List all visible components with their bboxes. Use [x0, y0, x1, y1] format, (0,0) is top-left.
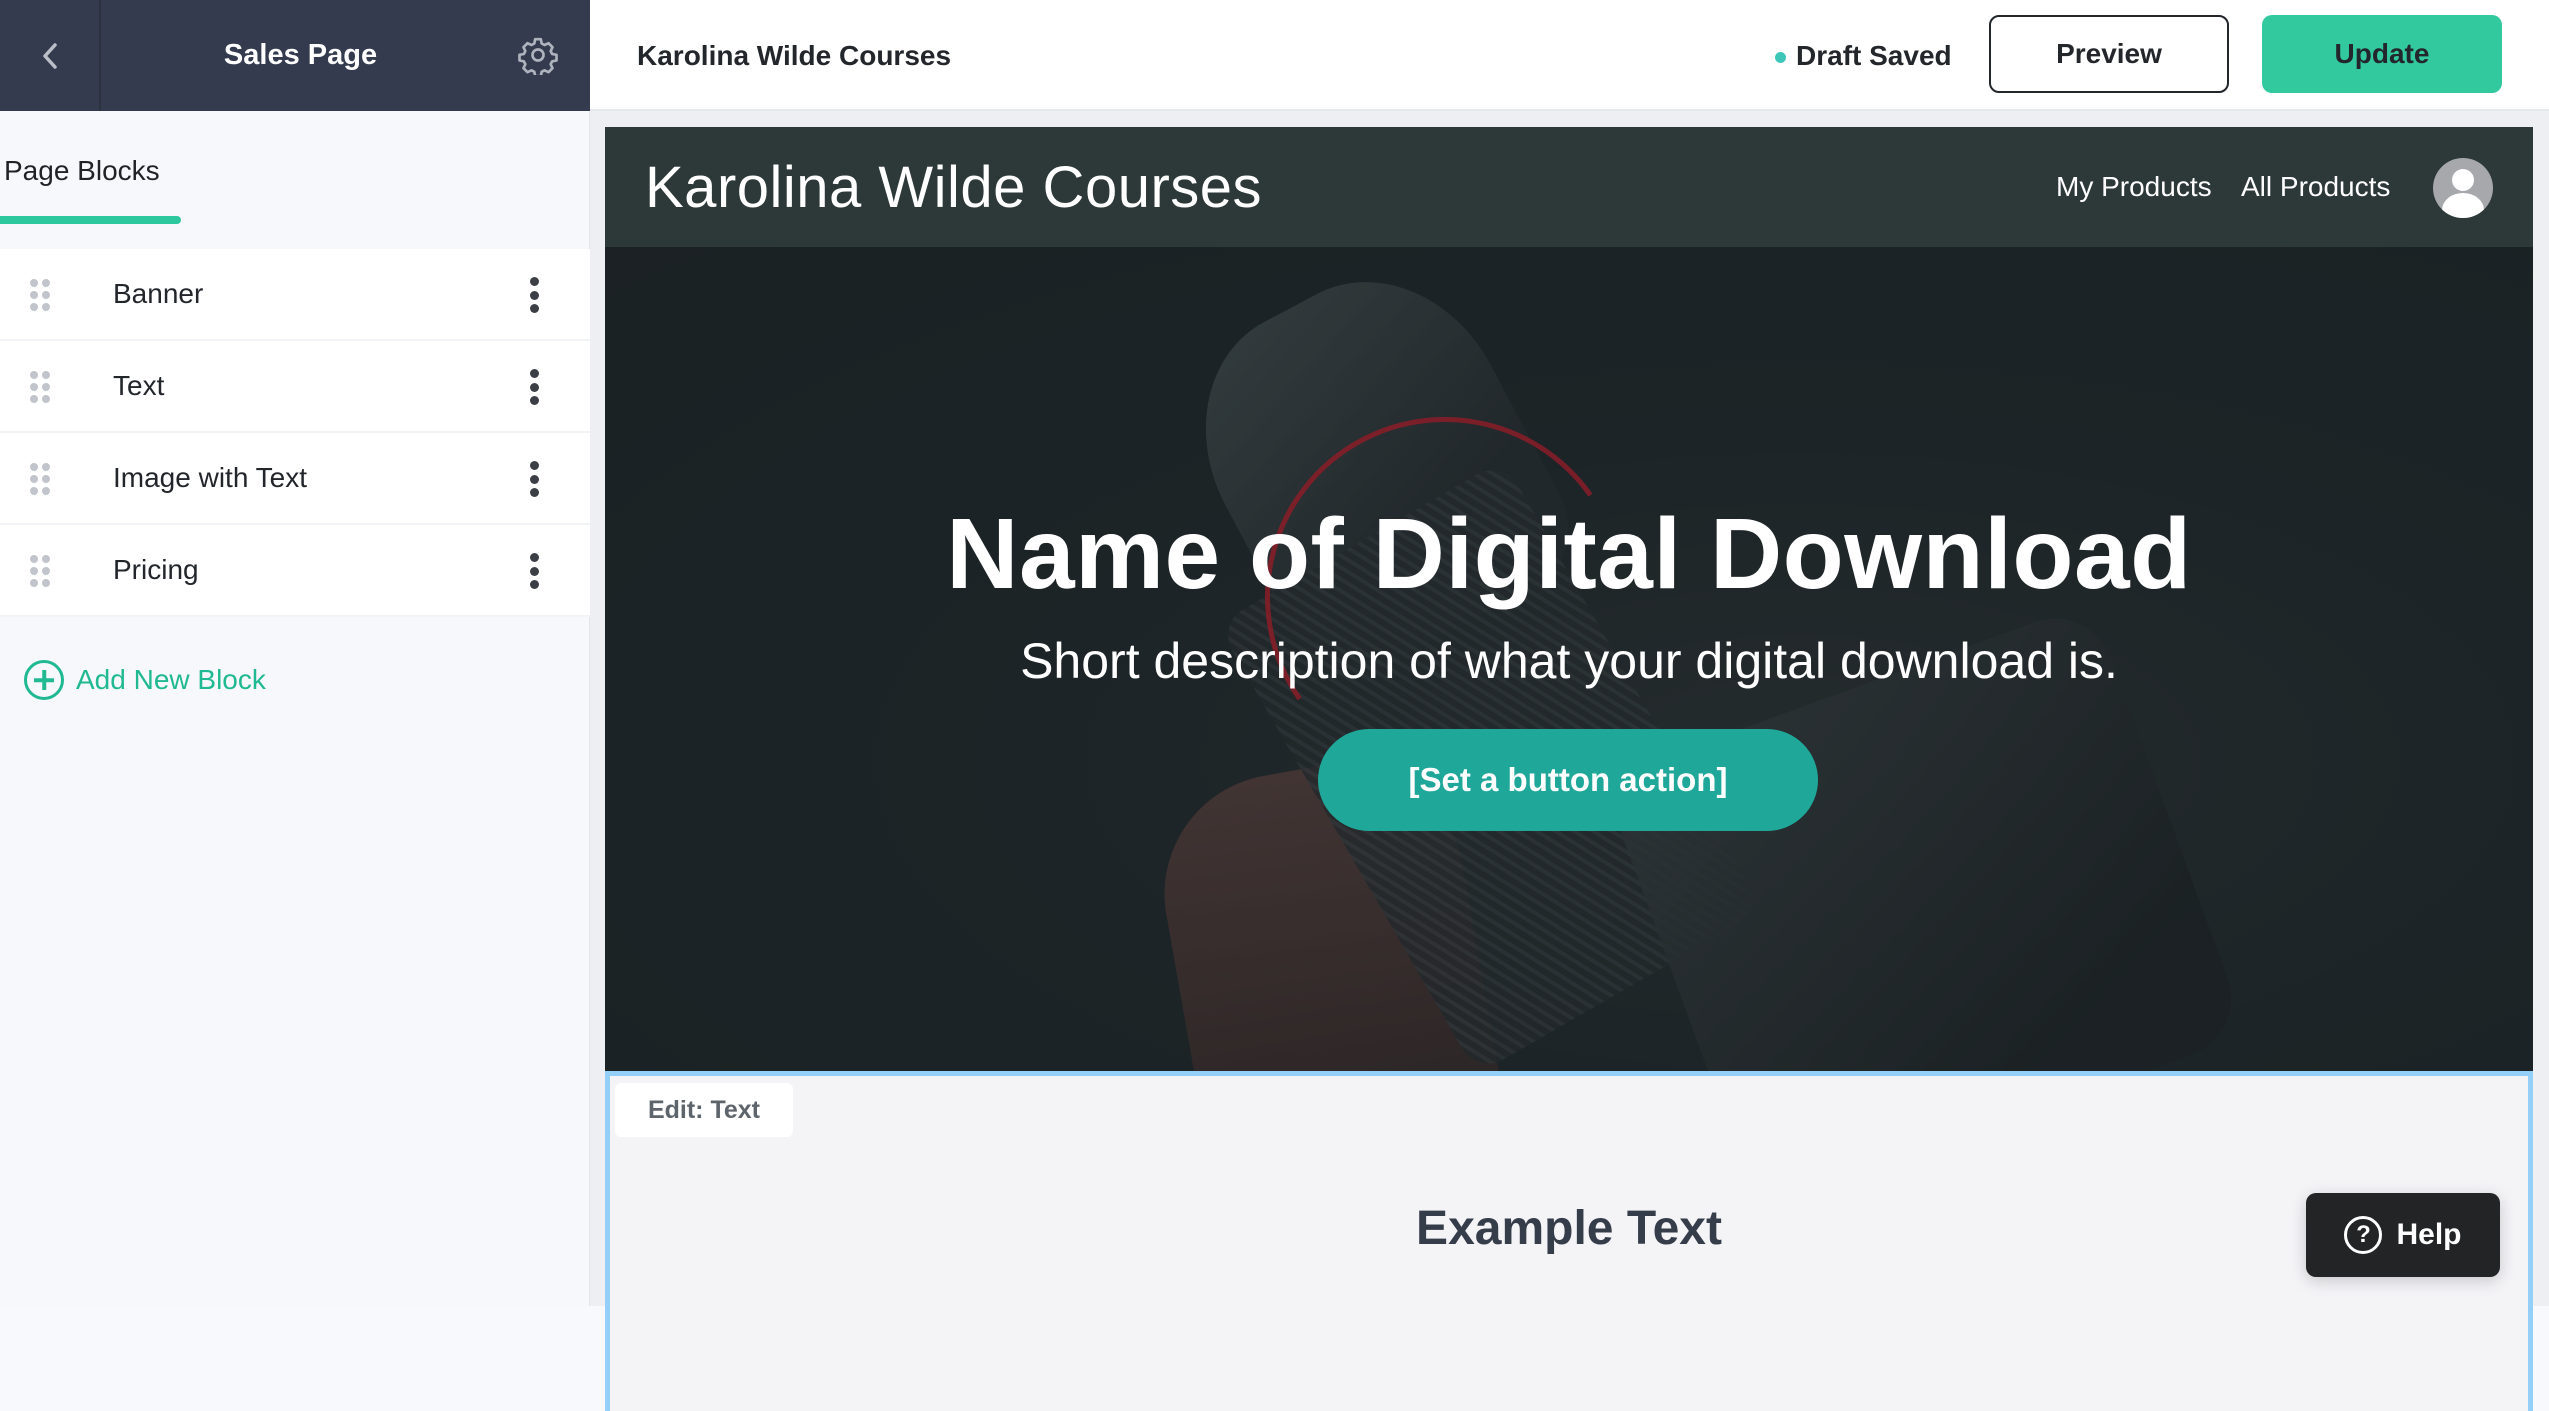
avatar-icon[interactable]: [2433, 158, 2493, 218]
drag-handle-icon[interactable]: [30, 279, 50, 311]
plus-circle-icon: [24, 660, 64, 700]
hero-overlay: [605, 247, 2533, 1182]
help-label: Help: [2396, 1218, 2461, 1252]
status-dot-icon: [1775, 52, 1786, 63]
page-preview-canvas: Karolina Wilde Courses My Products All P…: [590, 111, 2549, 1306]
drag-handle-icon[interactable]: [30, 371, 50, 403]
block-label: Text: [113, 370, 164, 402]
site-logo[interactable]: Karolina Wilde Courses: [645, 127, 1262, 247]
block-item-image-with-text[interactable]: Image with Text: [0, 433, 590, 525]
drag-handle-icon[interactable]: [30, 463, 50, 495]
page-blocks-list: Banner Text Image with Text Pricing: [0, 249, 590, 617]
block-label: Image with Text: [113, 462, 307, 494]
block-label: Banner: [113, 278, 203, 310]
block-item-text[interactable]: Text: [0, 341, 590, 433]
gear-icon: [518, 35, 558, 75]
nav-link-my-products[interactable]: My Products: [2056, 127, 2212, 247]
hero-cta-button[interactable]: [Set a button action]: [1318, 729, 1818, 831]
text-block[interactable]: Edit: Text Example Text: [605, 1071, 2533, 1411]
site-nav-bar: Karolina Wilde Courses My Products All P…: [605, 127, 2533, 247]
question-circle-icon: ?: [2344, 1216, 2382, 1254]
site-name: Karolina Wilde Courses: [637, 0, 951, 111]
block-item-banner[interactable]: Banner: [0, 249, 590, 341]
sidebar: Sales Page Page Blocks Banner Text Image…: [0, 0, 590, 1306]
active-tab-indicator: [0, 216, 181, 224]
draft-status: Draft Saved: [1775, 0, 1952, 111]
top-header: Karolina Wilde Courses Draft Saved Previ…: [590, 0, 2549, 111]
hero-title: Name of Digital Download: [605, 497, 2533, 612]
nav-link-all-products[interactable]: All Products: [2241, 127, 2390, 247]
update-button[interactable]: Update: [2262, 15, 2502, 93]
add-new-block-label: Add New Block: [76, 664, 266, 696]
add-new-block-button[interactable]: Add New Block: [24, 660, 266, 700]
back-button[interactable]: [0, 0, 101, 111]
more-options-icon[interactable]: [528, 277, 540, 313]
drag-handle-icon[interactable]: [30, 555, 50, 587]
help-button[interactable]: ? Help: [2306, 1193, 2500, 1277]
preview-button[interactable]: Preview: [1989, 15, 2229, 93]
chevron-left-icon: [39, 41, 61, 71]
draft-status-label: Draft Saved: [1796, 40, 1952, 72]
sidebar-title: Sales Page: [101, 0, 500, 111]
settings-button[interactable]: [516, 33, 560, 77]
sidebar-header: Sales Page: [0, 0, 590, 111]
hero-subtitle: Short description of what your digital d…: [605, 632, 2533, 690]
tab-page-blocks[interactable]: Page Blocks: [4, 155, 160, 187]
text-block-heading: Example Text: [610, 1201, 2528, 1256]
more-options-icon[interactable]: [528, 553, 540, 589]
banner-block[interactable]: Name of Digital Download Short descripti…: [605, 247, 2533, 1182]
block-item-pricing[interactable]: Pricing: [0, 525, 590, 617]
block-label: Pricing: [113, 554, 199, 586]
more-options-icon[interactable]: [528, 369, 540, 405]
more-options-icon[interactable]: [528, 461, 540, 497]
edit-text-tag[interactable]: Edit: Text: [615, 1083, 793, 1137]
